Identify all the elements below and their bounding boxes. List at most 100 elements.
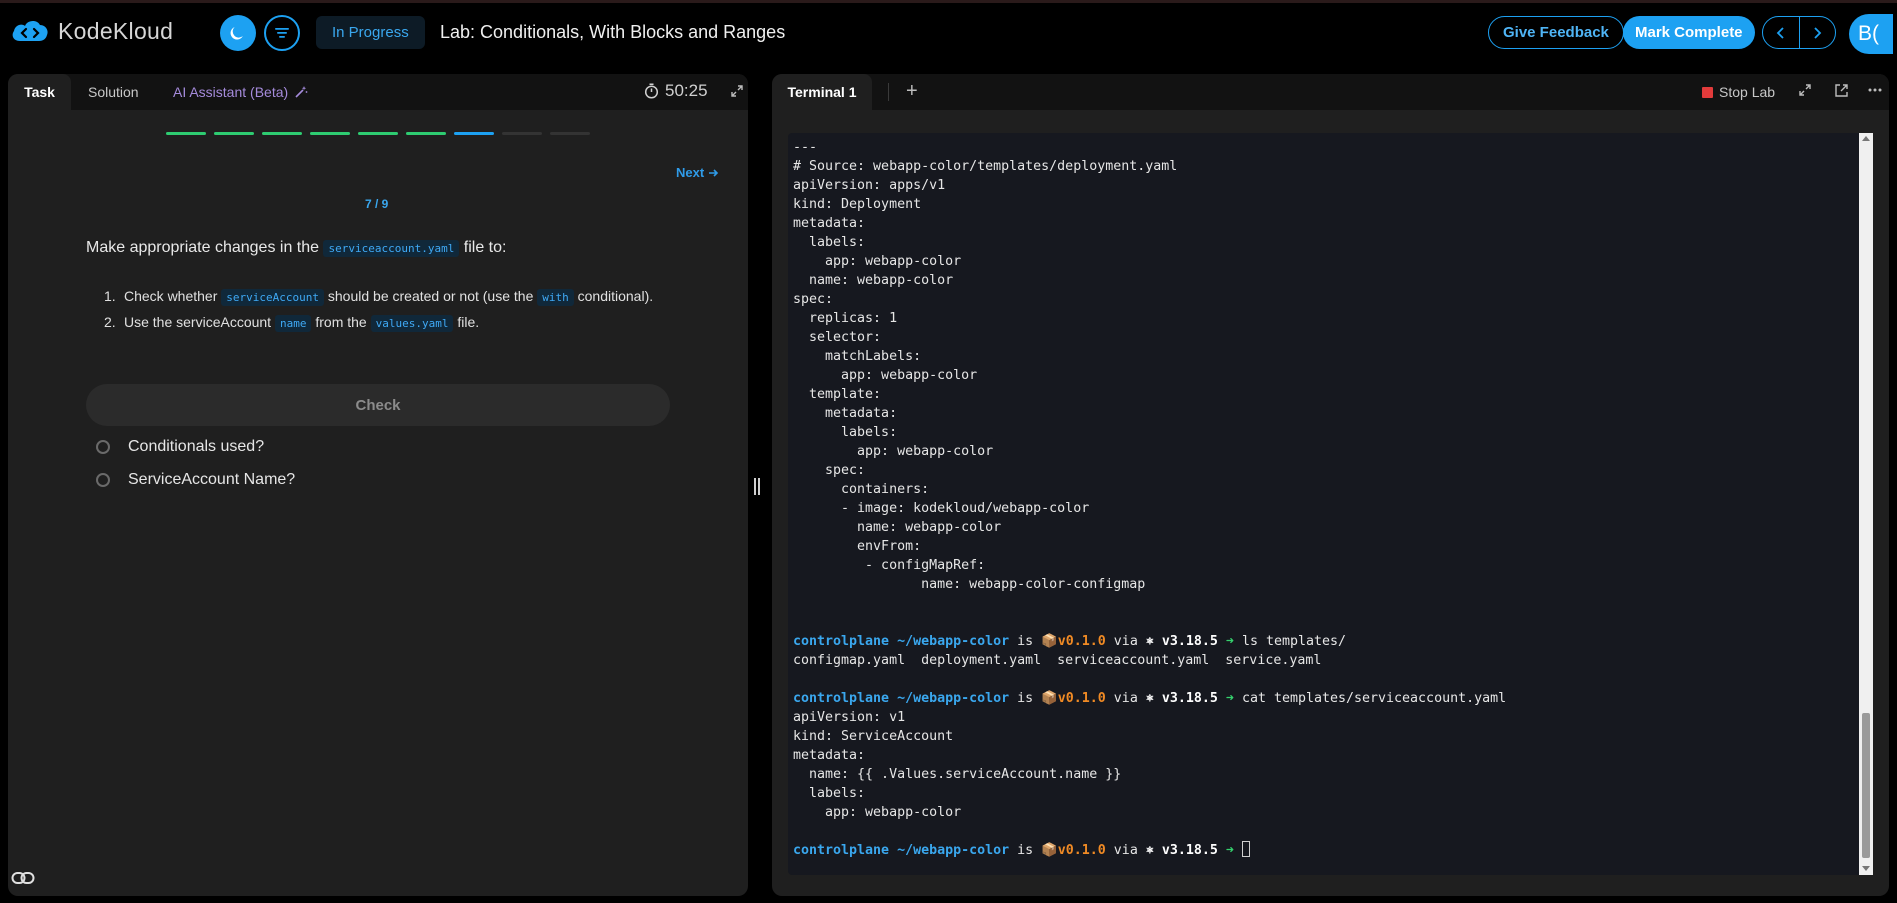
scrollbar-thumb[interactable] — [1862, 713, 1870, 858]
tab-solution[interactable]: Solution — [88, 74, 139, 110]
task-instructions: 1. Check whether serviceAccount should b… — [104, 286, 664, 338]
previous-lab-button[interactable] — [1763, 17, 1800, 48]
prompt-user: controlplane — [793, 843, 890, 858]
list-item-number: 2. — [104, 314, 116, 330]
terminal-line: template: — [793, 387, 882, 402]
inline-code: with — [537, 289, 574, 306]
list-menu-icon — [275, 28, 289, 38]
kodekloud-logo[interactable]: KodeKloud — [10, 17, 173, 45]
scroll-down-arrow-icon[interactable] — [1862, 866, 1870, 871]
next-lab-button[interactable] — [1800, 17, 1836, 48]
terminal-line: app: webapp-color — [793, 254, 962, 269]
check-item-label: Conditionals used? — [128, 438, 265, 455]
prompt-package-version: 📦v0.1.0 — [1041, 691, 1106, 706]
tab-terminal-1[interactable]: Terminal 1 — [772, 74, 872, 110]
menu-button[interactable] — [264, 15, 300, 51]
add-terminal-button[interactable]: + — [906, 80, 918, 103]
progress-segment-done — [358, 132, 398, 135]
progress-segment-done — [310, 132, 350, 135]
stop-lab-button[interactable]: Stop Lab — [1702, 84, 1775, 100]
open-new-window-icon[interactable] — [1834, 83, 1849, 98]
step-progress-bar — [166, 132, 590, 135]
top-bar: KodeKloud In Progress Lab: Conditionals,… — [0, 0, 1897, 60]
arrow-right-icon — [709, 168, 719, 177]
prompt-directory: ~/webapp-color — [897, 691, 1010, 706]
lab-navigation — [1762, 16, 1836, 49]
logo-text: KodeKloud — [58, 17, 174, 44]
prompt-helm-version: ⎈ v3.18.5 — [1145, 634, 1218, 649]
lab-status-badge: In Progress — [316, 16, 425, 49]
lab-timer: 50:25 — [644, 81, 708, 101]
progress-segment-pending — [550, 132, 590, 135]
check-item-label: ServiceAccount Name? — [128, 471, 296, 488]
terminal-scrollbar[interactable] — [1859, 133, 1873, 875]
list-item: 1. Check whether serviceAccount should b… — [104, 286, 664, 308]
user-avatar[interactable]: B( — [1849, 14, 1893, 54]
terminal-line: selector: — [793, 330, 882, 345]
terminal-line: matchLabels: — [793, 349, 922, 364]
mark-complete-button[interactable]: Mark Complete — [1623, 16, 1755, 49]
prompt-directory: ~/webapp-color — [897, 634, 1010, 649]
cloud-logo-icon — [12, 20, 48, 41]
terminal-line: envFrom: — [793, 539, 922, 554]
list-item-text: from the — [311, 314, 371, 330]
list-item: 2. Use the serviceAccount name from the … — [104, 312, 664, 334]
terminal-panel: Terminal 1 + Stop Lab --- # Source: webap… — [772, 74, 1889, 896]
expand-terminal-icon[interactable] — [1798, 83, 1812, 97]
list-item-text: conditional). — [573, 288, 654, 304]
terminal-line: spec: — [793, 463, 866, 478]
prompt-arrow-icon: ➜ — [1225, 691, 1234, 706]
prompt-directory: ~/webapp-color — [897, 843, 1010, 858]
stop-square-icon — [1702, 86, 1713, 98]
next-step-label: Next — [676, 165, 705, 180]
more-options-icon[interactable] — [1868, 88, 1882, 92]
prompt-user: controlplane — [793, 691, 890, 706]
tab-task[interactable]: Task — [8, 74, 71, 110]
terminal-line: spec: — [793, 292, 834, 307]
moon-icon — [230, 26, 243, 40]
task-description: Make appropriate changes in the servicea… — [86, 239, 506, 257]
terminal-prompt-line: controlplane ~/webapp-color is 📦v0.1.0 v… — [793, 634, 1347, 649]
terminal-line: apiVersion: apps/v1 — [793, 178, 946, 193]
terminal-line: # Source: webapp-color/templates/deploym… — [793, 159, 1178, 174]
prompt-arrow-icon: ➜ — [1225, 843, 1234, 858]
expand-panel-icon[interactable] — [730, 84, 744, 98]
prompt-package-version: 📦v0.1.0 — [1041, 843, 1106, 858]
panel-resize-handle[interactable] — [754, 478, 762, 495]
progress-segment-done — [406, 132, 446, 135]
terminal-line: metadata: — [793, 216, 866, 231]
task-intro-code: serviceaccount.yaml — [323, 240, 460, 257]
stop-lab-label: Stop Lab — [1719, 84, 1776, 100]
next-step-link[interactable]: Next — [676, 165, 719, 180]
terminal-prompt-line: controlplane ~/webapp-color is 📦v0.1.0 v… — [793, 841, 1873, 860]
task-panel: Task Solution AI Assistant (Beta) 50:25 … — [8, 74, 748, 896]
check-status-circle-icon — [96, 473, 110, 487]
progress-segment-current — [454, 132, 494, 135]
terminal-line: name: webapp-color-configmap — [793, 577, 1146, 592]
inline-code: values.yaml — [370, 315, 454, 332]
terminal-screen[interactable]: --- # Source: webapp-color/templates/depl… — [788, 133, 1873, 875]
tab-ai-assistant[interactable]: AI Assistant (Beta) — [173, 74, 308, 110]
terminal-line: name: webapp-color — [793, 273, 954, 288]
progress-segment-done — [166, 132, 206, 135]
give-feedback-button[interactable]: Give Feedback — [1488, 16, 1624, 49]
link-icon[interactable] — [11, 871, 35, 885]
theme-toggle-button[interactable] — [220, 15, 256, 51]
terminal-line: - image: kodekloud/webapp-color — [793, 501, 1090, 516]
list-item-text: file. — [453, 314, 480, 330]
terminal-output: --- # Source: webapp-color/templates/depl… — [788, 133, 1873, 860]
check-button[interactable]: Check — [86, 384, 670, 426]
prompt-helm-version: ⎈ v3.18.5 — [1145, 843, 1218, 858]
check-item-serviceaccount-name: ServiceAccount Name? — [96, 471, 295, 489]
tab-divider — [888, 83, 889, 101]
check-status-circle-icon — [96, 440, 110, 454]
progress-segment-done — [214, 132, 254, 135]
check-item-conditionals-used: Conditionals used? — [96, 438, 264, 456]
list-item-number: 1. — [104, 288, 116, 304]
scroll-up-arrow-icon[interactable] — [1862, 136, 1870, 141]
progress-segment-pending — [502, 132, 542, 135]
task-tabs: Task Solution AI Assistant (Beta) 50:25 — [8, 74, 748, 110]
